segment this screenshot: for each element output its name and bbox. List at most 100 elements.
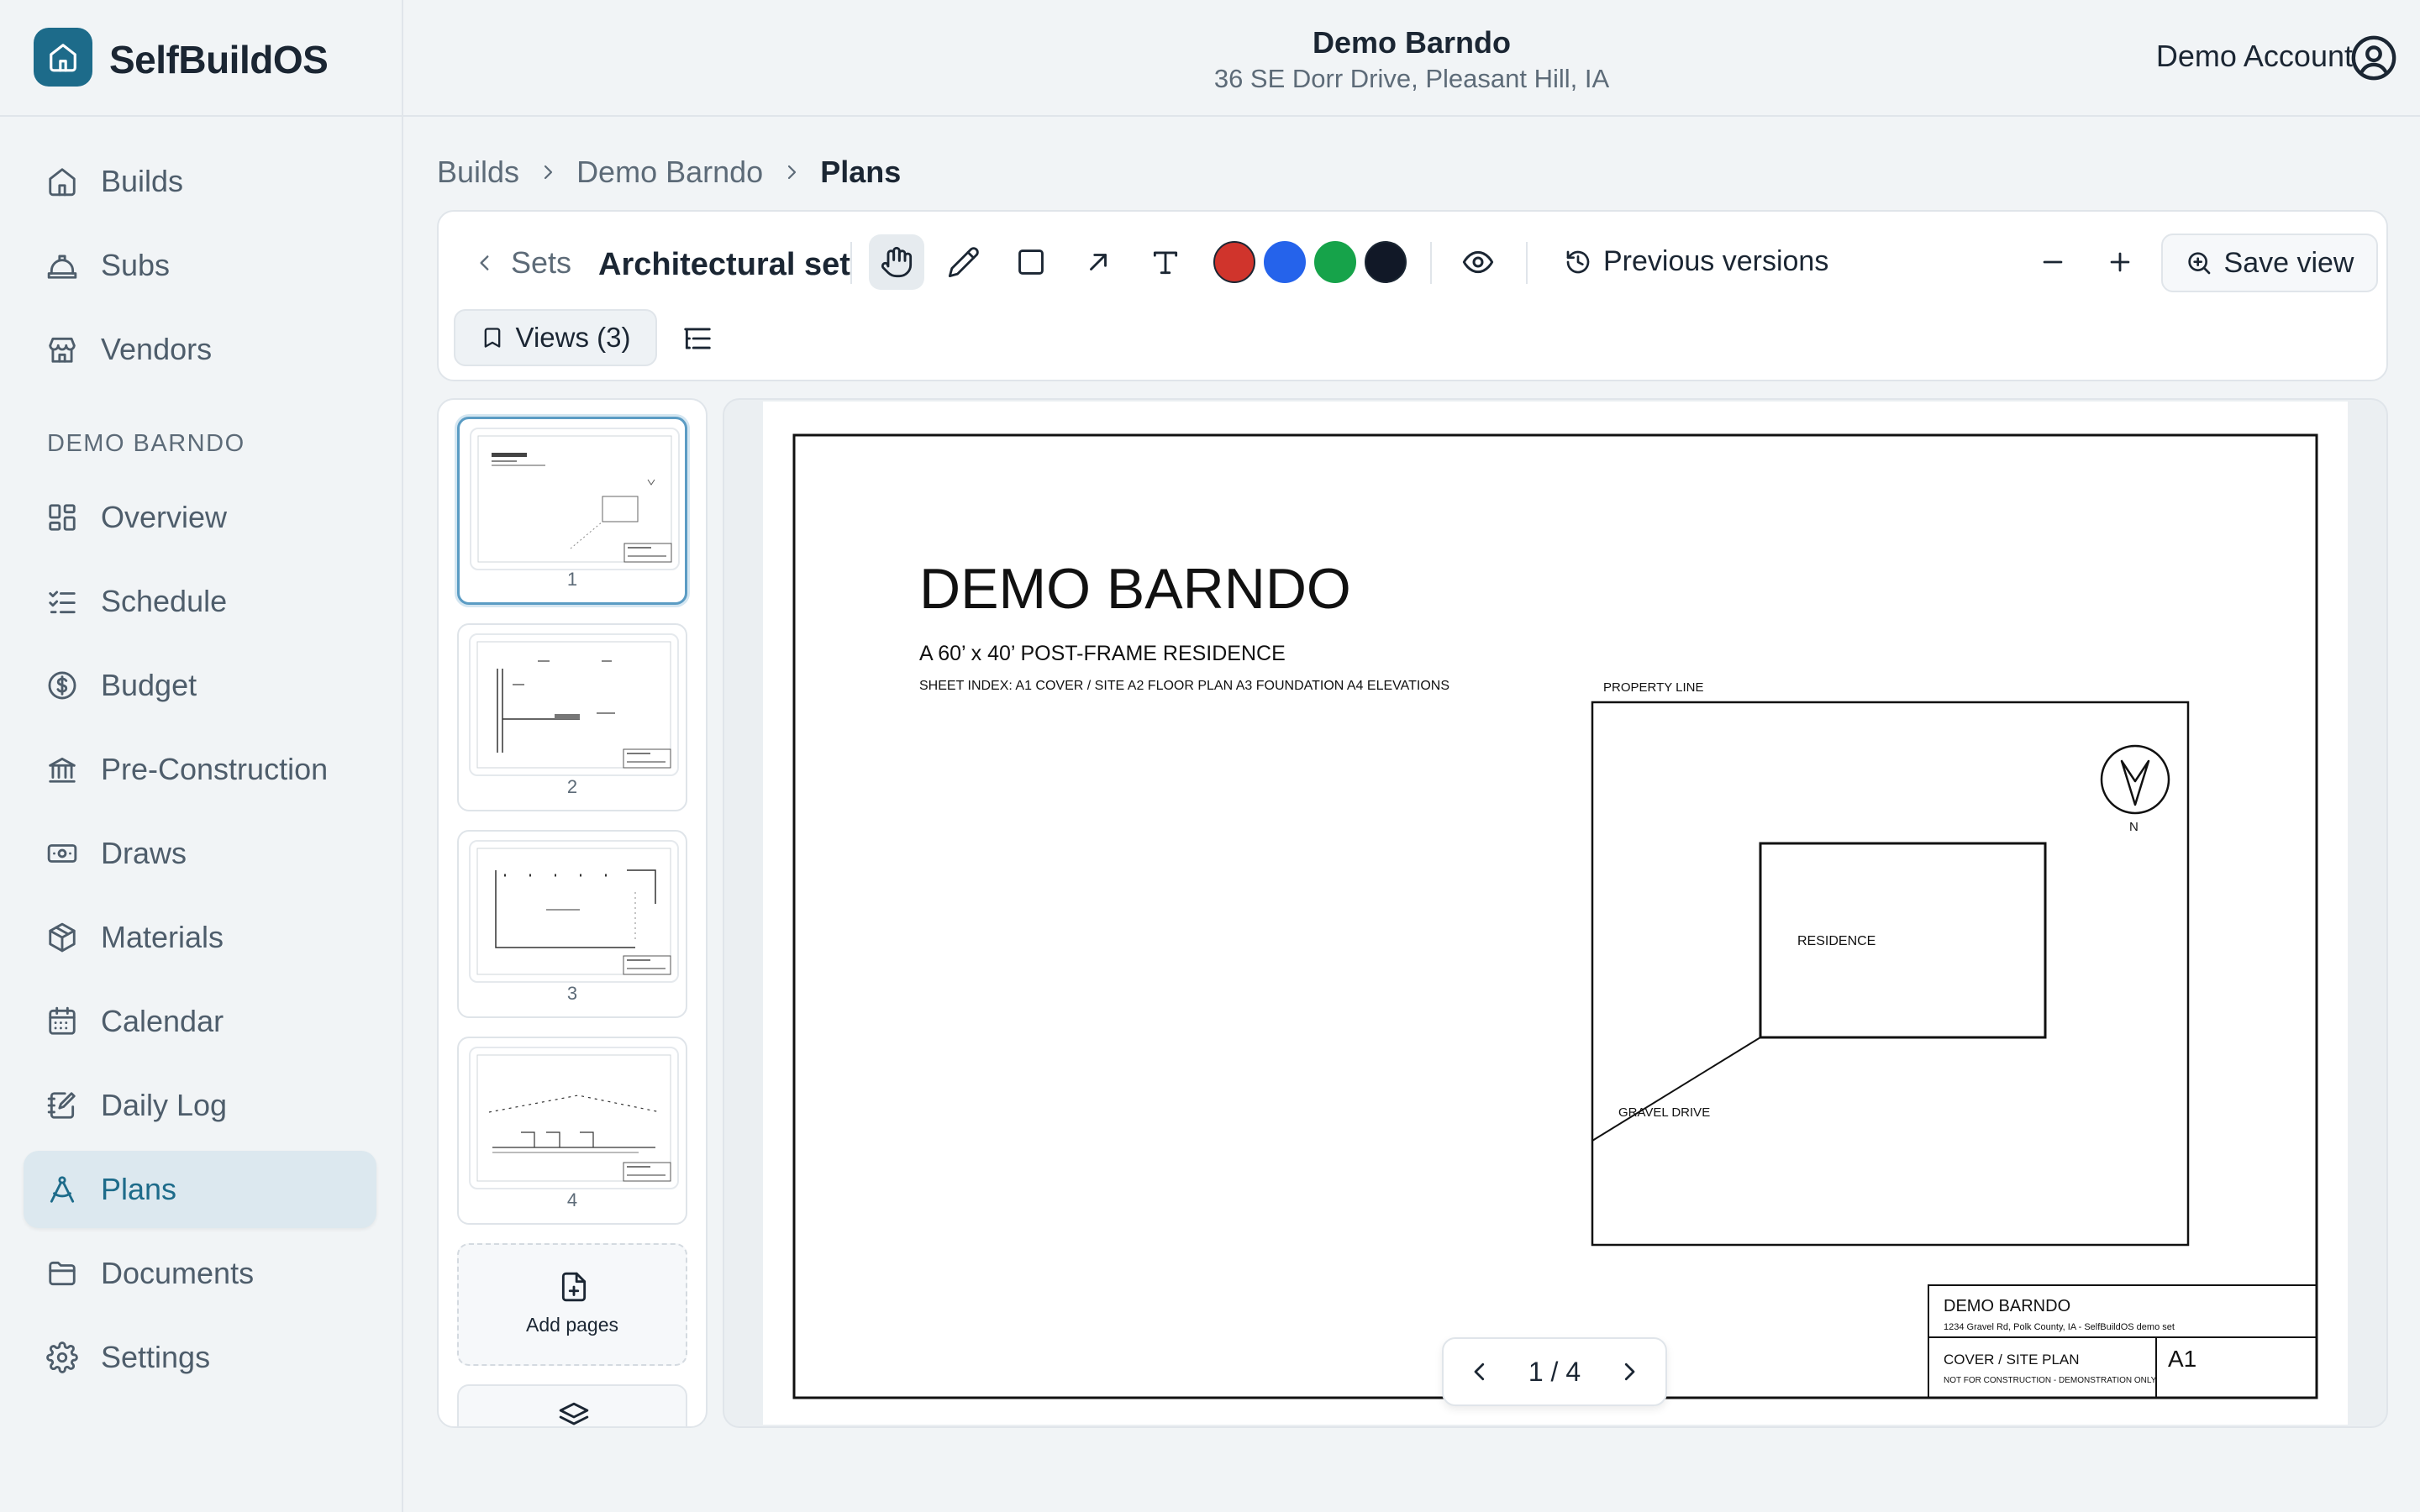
package-icon	[45, 921, 79, 954]
sidebar-item-calendar[interactable]: Calendar	[24, 983, 376, 1060]
thumbnail-preview	[469, 633, 679, 776]
sidebar-item-schedule[interactable]: Schedule	[24, 563, 376, 640]
layers-button[interactable]	[457, 1384, 687, 1426]
plans-toolbar: Sets Architectural set Previous versions…	[437, 210, 2388, 381]
rectangle-tool-button[interactable]	[1003, 234, 1059, 290]
thumbnail-preview	[469, 840, 679, 983]
chevron-right-icon	[781, 162, 802, 182]
home-icon	[50, 44, 76, 72]
previous-versions-button[interactable]: Previous versions	[1565, 245, 1828, 278]
north-label: N	[2129, 820, 2139, 834]
sidebar-item-budget[interactable]: Budget	[24, 647, 376, 724]
save-view-label: Save view	[2223, 246, 2354, 279]
thumbnail-page-number: 4	[566, 1189, 578, 1210]
page-thumbnail-2[interactable]: 2	[457, 623, 687, 811]
save-view-button[interactable]: Save view	[2161, 234, 2378, 292]
page-indicator: 1 / 4	[1528, 1356, 1581, 1387]
compass-drafting-icon	[45, 1173, 79, 1206]
sidebar-item-plans[interactable]: Plans	[24, 1151, 376, 1228]
pan-tool-button[interactable]	[869, 234, 924, 290]
brand[interactable]: SelfBuildOS	[0, 0, 402, 117]
sidebar-item-label: Documents	[101, 1256, 255, 1290]
project-address: 36 SE Dorr Drive, Pleasant Hill, IA	[1213, 64, 1610, 93]
sidebar-item-label: Pre-Construction	[101, 752, 329, 786]
sidebar-item-pre-construction[interactable]: Pre-Construction	[24, 731, 376, 808]
next-page-button[interactable]	[1617, 1359, 1642, 1384]
sheet-title: DEMO BARNDO	[919, 557, 1351, 621]
title-block-project: DEMO BARNDO	[1944, 1297, 2071, 1315]
sheet-drawing	[792, 433, 2318, 1399]
sidebar-item-label: Plans	[101, 1172, 177, 1206]
folder-icon	[45, 1257, 79, 1290]
draw-tool-button[interactable]	[936, 234, 992, 290]
sidebar-item-label: Budget	[101, 668, 197, 702]
eye-icon	[1462, 250, 1494, 274]
plan-sheet[interactable]: DEMO BARNDO A 60’ x 40’ POST-FRAME RESID…	[763, 402, 2348, 1425]
list-tree-icon	[684, 328, 711, 349]
title-block-sheet-number: A1	[2168, 1346, 2197, 1372]
color-swatch-black[interactable]	[1365, 241, 1407, 283]
text-tool-button[interactable]	[1138, 234, 1193, 290]
layers-icon	[558, 1401, 590, 1426]
thumbnail-page-number: 3	[566, 983, 578, 1004]
sidebar-item-label: Calendar	[101, 1004, 224, 1038]
arrow-tool-button[interactable]	[1071, 234, 1126, 290]
sets-label: Sets	[511, 245, 572, 280]
top-header: Demo Barndo 36 SE Dorr Drive, Pleasant H…	[403, 0, 2420, 117]
grid-icon	[45, 501, 79, 534]
property-line	[1591, 701, 2190, 1247]
sidebar-item-documents[interactable]: Documents	[24, 1235, 376, 1312]
store-icon	[45, 333, 79, 366]
sidebar-item-label: Subs	[101, 248, 171, 282]
chevron-left-icon	[1474, 1362, 1485, 1381]
zoom-in-button[interactable]	[2092, 234, 2148, 290]
page-thumbnail-3[interactable]: 3	[457, 830, 687, 1018]
sidebar-item-overview[interactable]: Overview	[24, 479, 376, 556]
breadcrumb-project[interactable]: Demo Barndo	[576, 155, 763, 190]
sidebar-item-builds[interactable]: Builds	[24, 143, 376, 220]
brand-logo	[34, 28, 92, 87]
chevron-right-icon	[538, 162, 558, 182]
breadcrumb-builds[interactable]: Builds	[437, 155, 519, 190]
sheet-subtitle: A 60’ x 40’ POST-FRAME RESIDENCE	[919, 642, 1286, 665]
back-to-sets-button[interactable]: Sets	[474, 245, 571, 281]
sidebar-item-settings[interactable]: Settings	[24, 1319, 376, 1396]
north-arrow-icon	[2100, 744, 2170, 815]
sidebar-item-draws[interactable]: Draws	[24, 815, 376, 892]
sidebar-item-materials[interactable]: Materials	[24, 899, 376, 976]
color-swatch-green[interactable]	[1314, 241, 1356, 283]
gravel-drive-line	[1591, 1037, 1761, 1142]
sidebar-item-subs[interactable]: Subs	[24, 227, 376, 304]
checklist-icon	[45, 585, 79, 618]
outline-toggle-button[interactable]	[674, 318, 721, 360]
toggle-annotations-button[interactable]	[1450, 234, 1506, 290]
add-pages-button[interactable]: Add pages	[457, 1243, 687, 1366]
hard-hat-icon	[45, 249, 79, 282]
sidebar-item-daily-log[interactable]: Daily Log	[24, 1067, 376, 1144]
color-swatch-red[interactable]	[1213, 241, 1255, 283]
add-pages-label: Add pages	[526, 1314, 618, 1336]
thumbnail-preview	[469, 1047, 679, 1189]
page-thumbnail-4[interactable]: 4	[457, 1037, 687, 1225]
sidebar: SelfBuildOS Builds Subs Vendors DEMO BAR…	[0, 0, 403, 1512]
set-name: Architectural set	[598, 247, 850, 282]
views-button[interactable]: Views (3)	[454, 309, 657, 366]
thumbnail-page-number: 2	[566, 776, 578, 797]
gear-icon	[45, 1341, 79, 1374]
page-navigator: 1 / 4	[1442, 1337, 1667, 1406]
zoom-out-button[interactable]	[2025, 234, 2081, 290]
account-icon[interactable]	[2349, 34, 2398, 82]
page-thumbnail-1[interactable]: 1	[457, 417, 687, 605]
chevron-right-icon	[1624, 1362, 1635, 1381]
previous-page-button[interactable]	[1467, 1359, 1492, 1384]
color-swatch-blue[interactable]	[1264, 241, 1306, 283]
account-name[interactable]: Demo Account	[2156, 39, 2353, 74]
brand-name: SelfBuildOS	[109, 38, 329, 81]
sidebar-item-vendors[interactable]: Vendors	[24, 311, 376, 388]
sheet-index: SHEET INDEX: A1 COVER / SITE A2 FLOOR PL…	[919, 679, 1449, 693]
minus-icon	[2043, 260, 2063, 264]
thumbnail-preview	[470, 428, 680, 570]
notebook-pen-icon	[45, 1089, 79, 1122]
plan-viewer[interactable]: DEMO BARNDO A 60’ x 40’ POST-FRAME RESID…	[723, 398, 2388, 1428]
title-block-note: NOT FOR CONSTRUCTION - DEMONSTRATION ONL…	[1944, 1376, 2157, 1385]
